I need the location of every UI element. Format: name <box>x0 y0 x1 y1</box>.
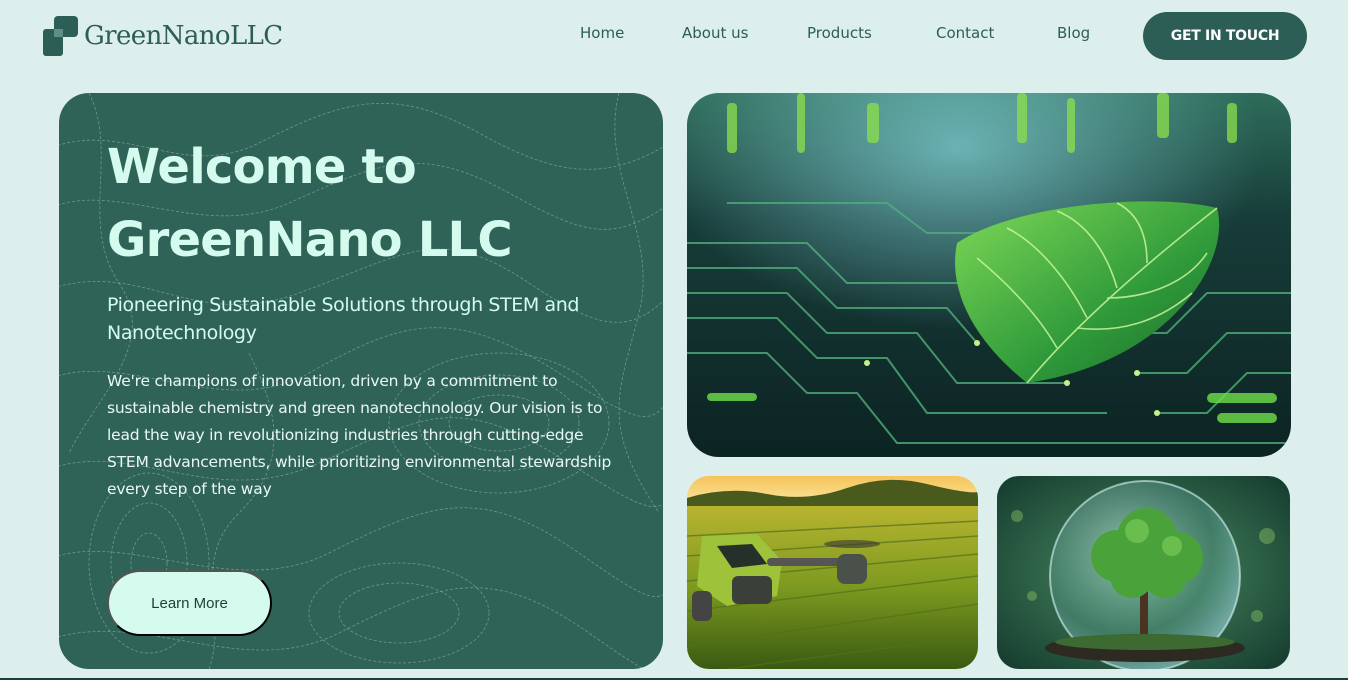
hero-card: Welcome to GreenNano LLC Pioneering Sust… <box>59 93 663 669</box>
tree-globe-image <box>997 476 1290 669</box>
drone-field-image <box>687 476 978 669</box>
nav-contact[interactable]: Contact <box>936 24 994 42</box>
nav-products[interactable]: Products <box>807 24 872 42</box>
brand-logo[interactable]: GreenNanoLLC <box>42 15 283 57</box>
hero-subtitle: Pioneering Sustainable Solutions through… <box>107 294 580 344</box>
site-header: GreenNanoLLC Home About us Products Cont… <box>0 0 1348 72</box>
leaf-circuit-image <box>687 93 1291 457</box>
hero-title-line-1: Welcome to <box>107 139 417 195</box>
logo-mark-icon <box>42 15 80 57</box>
hero-description: We're champions of innovation, driven by… <box>107 372 612 498</box>
logo-text: GreenNanoLLC <box>84 21 283 51</box>
hero-title-line-2: GreenNano LLC <box>107 212 513 268</box>
nav-home[interactable]: Home <box>580 24 624 42</box>
hero-title: Welcome to GreenNano LLC <box>107 131 627 277</box>
get-in-touch-button[interactable]: GET IN TOUCH <box>1143 12 1307 60</box>
nav-blog[interactable]: Blog <box>1057 24 1090 42</box>
learn-more-button[interactable]: Learn More <box>107 570 272 636</box>
nav-about-us[interactable]: About us <box>682 24 748 42</box>
